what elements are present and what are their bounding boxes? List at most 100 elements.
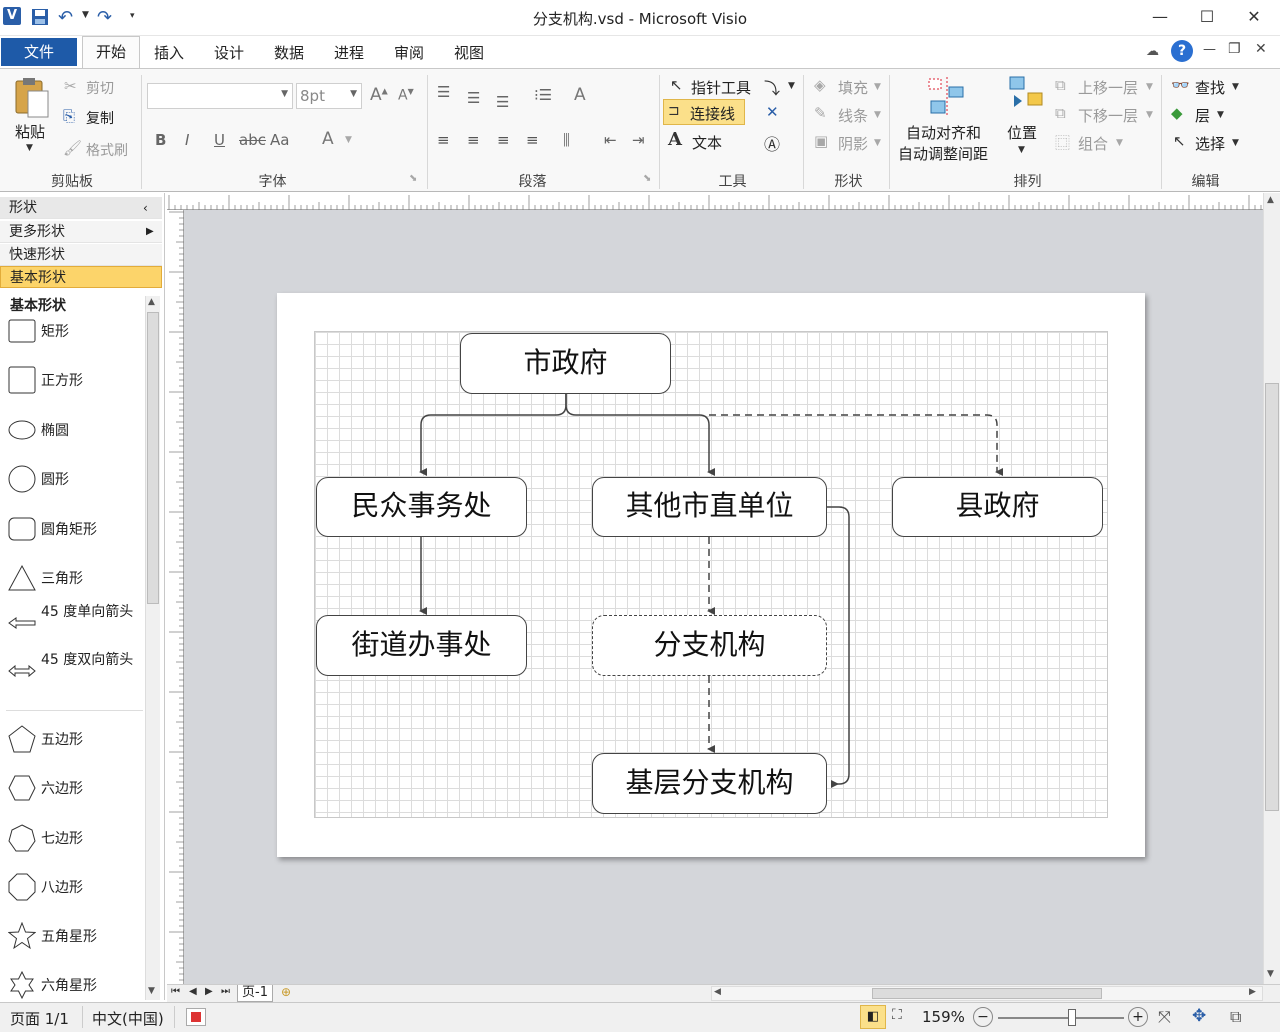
tab-file[interactable]: 文件	[1, 38, 77, 66]
find-icon[interactable]: 👓	[1171, 76, 1190, 94]
underline-button[interactable]: U	[214, 131, 225, 149]
shape-item[interactable]: 45 度双向箭头	[8, 651, 143, 691]
drawing-page[interactable]: 市政府 民众事务处 其他市直单位 县政府 街道办事处 分支机构 基层分支机构	[277, 293, 1145, 857]
format-painter-button[interactable]: 格式刷	[86, 140, 128, 160]
shape-item[interactable]: 圆角矩形	[8, 509, 143, 549]
group-dropdown-icon[interactable]: ▼	[1116, 138, 1123, 148]
layers-dropdown-icon[interactable]: ▼	[1217, 110, 1224, 120]
shapes-panel-header[interactable]: 形状 ‹	[0, 197, 162, 219]
zoom-out-icon[interactable]: −	[973, 1007, 993, 1027]
fill-icon[interactable]: ◈	[814, 76, 826, 94]
shape-item[interactable]: 正方形	[8, 360, 143, 400]
cut-button[interactable]: 剪切	[86, 78, 114, 98]
zoom-in-icon[interactable]: +	[1128, 1007, 1148, 1027]
change-case-button[interactable]: Aa	[270, 131, 289, 149]
node-county-government[interactable]: 县政府	[892, 477, 1103, 537]
increase-indent-icon[interactable]: ⇥	[632, 131, 645, 149]
shadow-icon[interactable]: ▣	[814, 132, 828, 150]
line-icon[interactable]: ✎	[814, 104, 827, 122]
canvas-scroll-thumb[interactable]	[1265, 383, 1279, 811]
strikethrough-button[interactable]: abc	[239, 131, 266, 149]
format-painter-icon[interactable]: 🖌	[63, 139, 82, 157]
align-left-icon[interactable]: ≡	[437, 131, 450, 149]
text-direction-icon[interactable]: A	[574, 85, 586, 105]
drawing-canvas[interactable]: 市政府 民众事务处 其他市直单位 县政府 街道办事处 分支机构 基层分支机构	[184, 210, 1263, 984]
switch-windows-icon[interactable]: ⧉	[1230, 1007, 1241, 1027]
shapes-scrollbar[interactable]: ▲ ▼	[145, 296, 160, 1000]
distribute-icon[interactable]: ⫼	[563, 131, 570, 149]
shrink-font-icon[interactable]: A▼	[398, 87, 414, 104]
page-tab-1[interactable]: 页-1	[237, 985, 273, 1002]
bullets-icon[interactable]: ⁝☰	[534, 86, 552, 104]
tab-home[interactable]: 开始	[82, 36, 140, 68]
rotate-text-icon[interactable]: Ⓐ	[764, 131, 780, 155]
position-button[interactable]: 位置	[1007, 122, 1037, 143]
maximize-icon[interactable]: ☐	[1187, 4, 1227, 30]
last-page-icon[interactable]: ⏭	[221, 986, 230, 997]
align-bottom-icon[interactable]: ☰	[496, 93, 509, 111]
paste-dropdown-icon[interactable]: ▼	[26, 143, 33, 153]
align-center-icon[interactable]: ≡	[467, 131, 480, 149]
shape-item[interactable]: 45 度单向箭头	[8, 603, 143, 643]
find-dropdown-icon[interactable]: ▼	[1232, 82, 1239, 92]
insert-page-icon[interactable]: ⊕	[281, 985, 291, 999]
pointer-tool-icon[interactable]: ↖	[670, 76, 683, 94]
shape-item[interactable]: 五边形	[8, 719, 143, 759]
zoom-slider-thumb[interactable]	[1068, 1009, 1076, 1026]
bring-forward-icon[interactable]: ⧉	[1055, 76, 1066, 94]
delete-connection-icon[interactable]: ✕	[766, 103, 779, 121]
shape-item[interactable]: 六边形	[8, 768, 143, 808]
font-size-combo[interactable]: 8pt ▼	[296, 83, 362, 109]
prev-page-icon[interactable]: ◀	[189, 986, 197, 997]
next-page-icon[interactable]: ▶	[205, 986, 213, 997]
scroll-down-icon[interactable]: ▼	[1267, 969, 1274, 979]
scroll-left-icon[interactable]: ◀	[714, 987, 721, 997]
align-top-icon[interactable]: ☰	[437, 83, 450, 101]
position-icon[interactable]	[1006, 75, 1046, 115]
bring-forward-button[interactable]: 上移一层	[1078, 77, 1138, 98]
fill-button[interactable]: 填充	[838, 77, 868, 98]
horizontal-scrollbar[interactable]: ◀ ▶	[711, 986, 1263, 1001]
help-icon[interactable]: ?	[1171, 40, 1193, 62]
scroll-up-icon[interactable]: ▲	[1267, 195, 1274, 205]
ribbon-close-icon[interactable]: ✕	[1255, 41, 1267, 57]
ribbon-restore-icon[interactable]: ❐	[1228, 41, 1241, 57]
tab-insert[interactable]: 插入	[154, 42, 184, 63]
shape-item[interactable]: 七边形	[8, 818, 143, 858]
align-middle-icon[interactable]: ☰	[467, 89, 480, 107]
tab-data[interactable]: 数据	[274, 42, 304, 63]
zoom-level[interactable]: 159%	[922, 1008, 965, 1026]
scroll-up-icon[interactable]: ▲	[148, 297, 155, 307]
send-backward-dropdown-icon[interactable]: ▼	[1146, 110, 1153, 120]
auto-align-button-line1[interactable]: 自动对齐和	[906, 122, 981, 143]
shape-item[interactable]: 五角星形	[7, 916, 143, 956]
font-name-combo[interactable]: ▼	[147, 83, 293, 109]
zoom-slider[interactable]	[998, 1017, 1124, 1019]
fill-dropdown-icon[interactable]: ▼	[874, 82, 881, 92]
italic-button[interactable]: I	[185, 131, 189, 149]
font-color-dropdown-icon[interactable]: ▼	[345, 135, 352, 145]
auto-align-icon[interactable]	[925, 75, 969, 119]
line-button[interactable]: 线条	[838, 105, 868, 126]
group-icon[interactable]: ⿴	[1055, 132, 1070, 153]
tab-view[interactable]: 视图	[454, 42, 484, 63]
scroll-right-icon[interactable]: ▶	[1249, 987, 1256, 997]
paste-icon[interactable]	[12, 77, 50, 119]
cut-icon[interactable]: ✂	[64, 77, 77, 95]
select-button[interactable]: 选择	[1195, 133, 1225, 154]
shape-item[interactable]: 六角星形	[8, 965, 143, 1005]
tab-review[interactable]: 审阅	[394, 42, 424, 63]
find-button[interactable]: 查找	[1195, 77, 1225, 98]
node-city-government[interactable]: 市政府	[460, 333, 671, 394]
normal-view-icon[interactable]: ◧	[860, 1005, 886, 1029]
bring-forward-dropdown-icon[interactable]: ▼	[1146, 82, 1153, 92]
tab-design[interactable]: 设计	[214, 42, 244, 63]
shape-item[interactable]: 矩形	[8, 311, 143, 351]
ribbon-minimize-icon[interactable]: —	[1203, 42, 1216, 57]
cloud-icon[interactable]: ☁	[1146, 44, 1159, 59]
fit-page-icon[interactable]: ⤧	[1158, 1007, 1171, 1027]
scroll-thumb[interactable]	[147, 312, 159, 604]
page-number-status[interactable]: 页面 1/1	[10, 1008, 69, 1029]
scroll-down-icon[interactable]: ▼	[148, 986, 155, 996]
macro-record-icon[interactable]	[186, 1008, 206, 1026]
